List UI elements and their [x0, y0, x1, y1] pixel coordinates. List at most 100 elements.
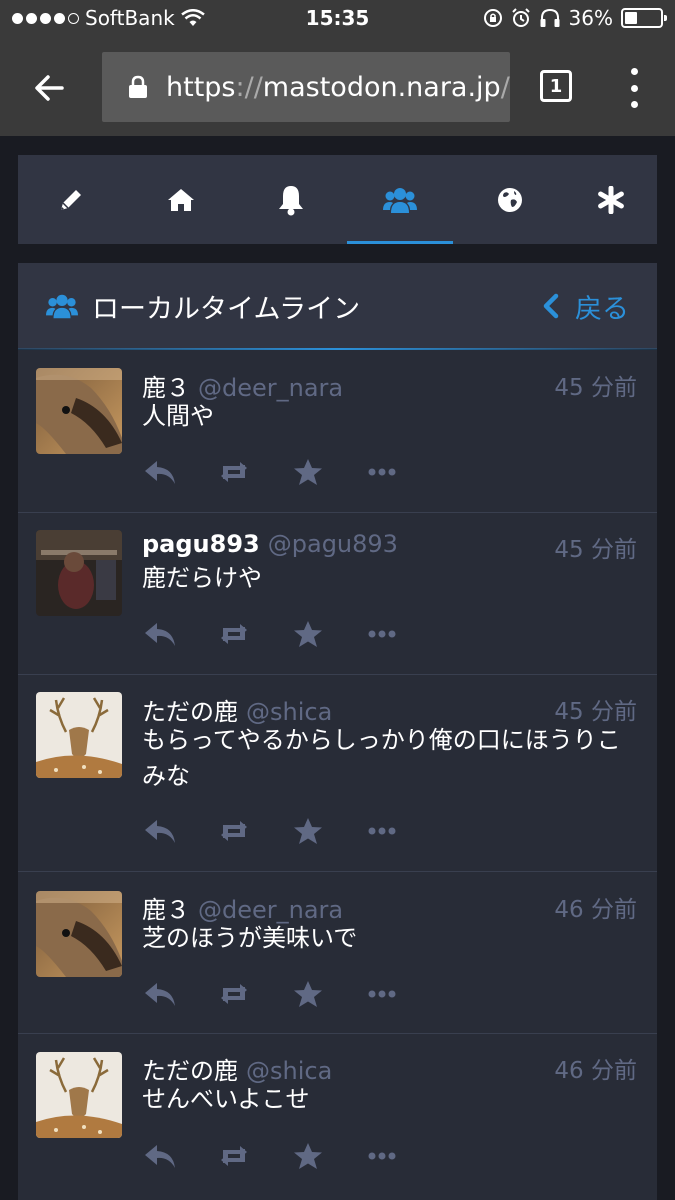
column-title-wrap: ローカルタイムライン [46, 263, 360, 349]
more-button[interactable] [364, 456, 400, 488]
status-actions [142, 1140, 400, 1172]
url-separator: :// [235, 71, 263, 103]
column-title: ローカルタイムライン [92, 293, 361, 325]
boost-button[interactable] [216, 815, 252, 847]
account-handle: @pagu893 [267, 530, 398, 558]
status-actions [142, 456, 400, 488]
address-bar[interactable]: https://mastodon.nara.jp/ [102, 52, 510, 122]
tab-switcher-button[interactable]: 1 [540, 70, 572, 102]
url-tail: / [500, 71, 510, 103]
dot [630, 84, 638, 92]
status-content: 鹿だらけや [142, 564, 262, 592]
browser-menu-button[interactable] [628, 68, 640, 108]
retweet-icon [221, 624, 247, 644]
status-time[interactable]: 45 分前 [554, 368, 637, 402]
ellipsis-icon [368, 1152, 396, 1160]
asterisk-icon [598, 185, 624, 214]
more-button[interactable] [364, 618, 400, 650]
boost-button[interactable] [216, 1140, 252, 1172]
status-content: せんべいよこせ [142, 1085, 310, 1113]
star-icon [294, 818, 322, 844]
status-item[interactable]: pagu893 @pagu893 45 分前 鹿だらけや [18, 513, 657, 675]
ellipsis-icon [368, 468, 396, 476]
nav-federated-timeline[interactable] [457, 155, 563, 244]
favourite-button[interactable] [290, 456, 326, 488]
reply-icon [145, 623, 175, 646]
reply-icon [145, 1145, 175, 1168]
ellipsis-icon [368, 990, 396, 998]
ellipsis-icon [368, 827, 396, 835]
nav-home[interactable] [128, 155, 234, 244]
reply-button[interactable] [142, 1140, 178, 1172]
boost-button[interactable] [216, 456, 252, 488]
more-button[interactable] [364, 815, 400, 847]
avatar[interactable] [36, 1052, 122, 1138]
status-content: 芝のほうが美味いで [142, 924, 358, 952]
boost-button[interactable] [216, 618, 252, 650]
star-icon [294, 621, 322, 647]
users-icon [46, 294, 78, 319]
more-button[interactable] [364, 1140, 400, 1172]
status-author[interactable]: pagu893 @pagu893 [142, 530, 398, 558]
users-icon [383, 187, 417, 213]
status-bar: SoftBank 15:35 36% [0, 0, 675, 36]
status-time[interactable]: 46 分前 [554, 890, 637, 924]
status-time[interactable]: 45 分前 [554, 692, 637, 726]
status-indicators: 36% [483, 6, 667, 30]
chevron-left-icon [543, 293, 559, 319]
column-header: ローカルタイムライン 戻る [18, 263, 657, 349]
local-timeline: 鹿３ @deer_nara 45 分前 人間や pagu893 @pagu893 4… [18, 350, 657, 1200]
browser-back-button[interactable] [28, 66, 72, 110]
avatar[interactable] [36, 368, 122, 454]
status-content: 人間や [142, 402, 214, 430]
reply-button[interactable] [142, 815, 178, 847]
nav-menu[interactable] [558, 155, 664, 244]
avatar[interactable] [36, 530, 122, 616]
status-actions [142, 978, 400, 1010]
status-content: もらってやるからしっかり俺の口にほうりこみな [142, 726, 621, 790]
reply-button[interactable] [142, 618, 178, 650]
deer-closeup-avatar [36, 891, 122, 977]
deer-antlers-avatar [36, 692, 122, 778]
favourite-button[interactable] [290, 618, 326, 650]
boost-button[interactable] [216, 978, 252, 1010]
headphones-icon [540, 8, 560, 27]
nav-notifications[interactable] [238, 155, 344, 244]
status-item[interactable]: 鹿３ @deer_nara 46 分前 芝のほうが美味いで [18, 872, 657, 1034]
favourite-button[interactable] [290, 978, 326, 1010]
retweet-icon [221, 1146, 247, 1166]
star-icon [294, 981, 322, 1007]
status-item[interactable]: ただの鹿 @shica 46 分前 せんべいよこせ [18, 1034, 657, 1200]
retweet-icon [221, 984, 247, 1004]
more-button[interactable] [364, 978, 400, 1010]
star-icon [294, 459, 322, 485]
navigation-bar [18, 155, 657, 244]
reply-icon [145, 820, 175, 843]
dot [630, 101, 638, 108]
reply-button[interactable] [142, 456, 178, 488]
deer-antlers-avatar [36, 1052, 122, 1138]
status-time[interactable]: 45 分前 [554, 530, 637, 564]
url-text: https://mastodon.nara.jp/ [166, 72, 510, 103]
favourite-button[interactable] [290, 1140, 326, 1172]
retweet-icon [221, 462, 247, 482]
arrow-left-icon [35, 75, 64, 101]
status-item[interactable]: ただの鹿 @shica 45 分前 もらってやるからしっかり俺の口にほうりこみな [18, 675, 657, 872]
column-back-button[interactable]: 戻る [541, 263, 629, 349]
status-time[interactable]: 46 分前 [554, 1051, 637, 1085]
lock-icon [129, 75, 147, 98]
nav-local-timeline[interactable] [347, 155, 453, 244]
url-scheme: https [166, 71, 236, 103]
status-item[interactable]: 鹿３ @deer_nara 45 分前 人間や [18, 350, 657, 513]
status-actions [142, 618, 400, 650]
avatar[interactable] [36, 891, 122, 977]
url-host: mastodon.nara.jp [262, 71, 501, 103]
battery-icon [621, 8, 667, 28]
dark-photo-avatar [36, 530, 122, 616]
favourite-button[interactable] [290, 815, 326, 847]
globe-icon [498, 187, 522, 212]
battery-percent: 36% [568, 6, 613, 30]
avatar[interactable] [36, 692, 122, 778]
nav-compose[interactable] [18, 155, 124, 244]
reply-button[interactable] [142, 978, 178, 1010]
